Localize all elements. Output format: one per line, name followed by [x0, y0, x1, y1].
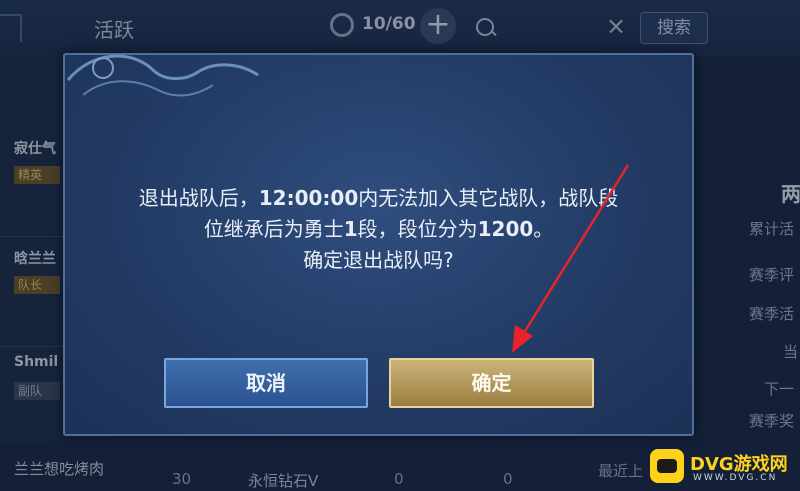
watermark-logo-icon [650, 449, 684, 483]
message-line-1: 退出战队后，12:00:00内无法加入其它战队，战队段 [138, 186, 619, 210]
confirm-button[interactable]: 确定 [389, 358, 594, 408]
cloud-ornament-icon [66, 54, 259, 97]
watermark-subtext: WWW.DVG.CN [693, 473, 778, 483]
cancel-button[interactable]: 取消 [164, 358, 368, 408]
message-line-2: 位继承后为勇士1段，段位分为1200。 [203, 217, 554, 241]
message-line-3: 确定退出战队吗? [303, 248, 454, 272]
dialog-message: 退出战队后，12:00:00内无法加入其它战队，战队段 位继承后为勇士1段，段位… [63, 183, 694, 276]
